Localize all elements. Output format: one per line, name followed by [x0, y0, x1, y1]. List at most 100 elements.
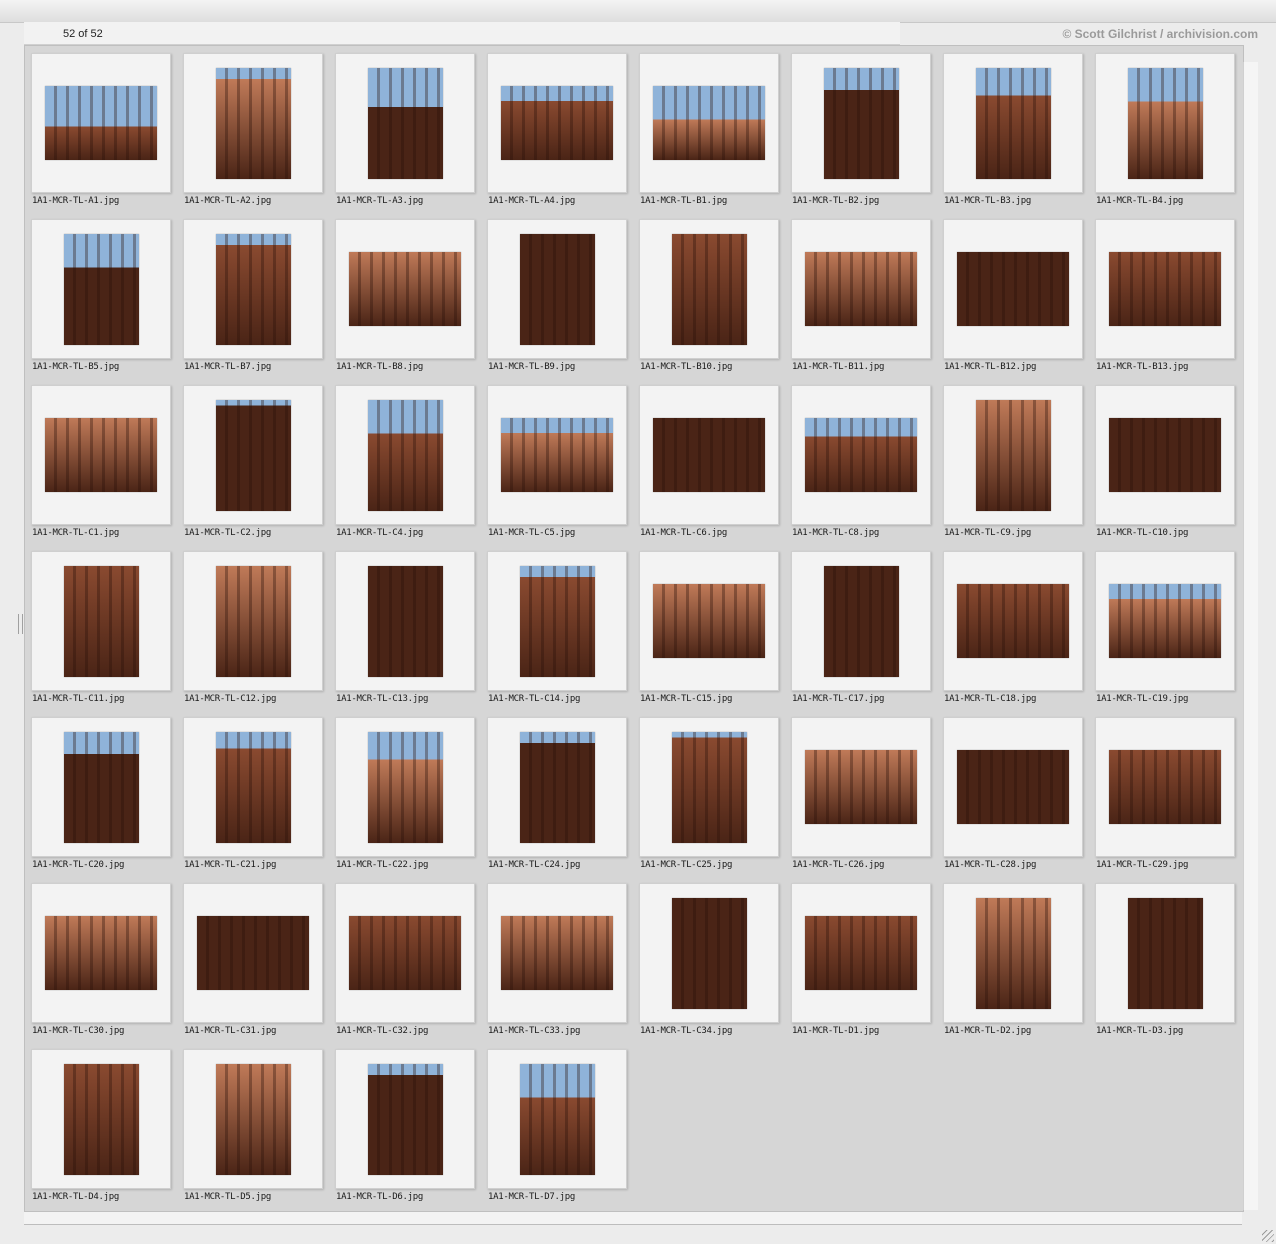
thumbnail-item[interactable]: 1A1-MCR-TL-C17.jpg: [791, 551, 943, 717]
thumbnail-frame[interactable]: [639, 717, 779, 857]
thumbnail-image[interactable]: [367, 399, 443, 511]
thumbnail-image[interactable]: [519, 233, 595, 345]
thumbnail-image[interactable]: [671, 233, 747, 345]
thumbnail-frame[interactable]: [791, 385, 931, 525]
thumbnail-image[interactable]: [45, 916, 157, 990]
thumbnail-image[interactable]: [349, 916, 461, 990]
splitter-handle[interactable]: [18, 614, 23, 634]
thumbnail-image[interactable]: [215, 731, 291, 843]
thumbnail-image[interactable]: [519, 1063, 595, 1175]
thumbnail-frame[interactable]: [335, 717, 475, 857]
thumbnail-item[interactable]: 1A1-MCR-TL-A3.jpg: [335, 53, 487, 219]
thumbnail-item[interactable]: 1A1-MCR-TL-C14.jpg: [487, 551, 639, 717]
thumbnail-image[interactable]: [501, 418, 613, 492]
thumbnail-image[interactable]: [975, 399, 1051, 511]
thumbnail-item[interactable]: 1A1-MCR-TL-B5.jpg: [31, 219, 183, 385]
thumbnail-item[interactable]: 1A1-MCR-TL-C4.jpg: [335, 385, 487, 551]
thumbnail-frame[interactable]: [639, 385, 779, 525]
thumbnail-item[interactable]: 1A1-MCR-TL-C24.jpg: [487, 717, 639, 883]
thumbnail-frame[interactable]: [487, 219, 627, 359]
thumbnail-item[interactable]: 1A1-MCR-TL-A2.jpg: [183, 53, 335, 219]
thumbnail-frame[interactable]: [639, 53, 779, 193]
thumbnail-item[interactable]: 1A1-MCR-TL-B12.jpg: [943, 219, 1095, 385]
thumbnail-image[interactable]: [957, 584, 1069, 658]
thumbnail-image[interactable]: [215, 565, 291, 677]
thumbnail-frame[interactable]: [335, 53, 475, 193]
thumbnail-frame[interactable]: [943, 219, 1083, 359]
thumbnail-item[interactable]: 1A1-MCR-TL-B11.jpg: [791, 219, 943, 385]
thumbnail-item[interactable]: 1A1-MCR-TL-D2.jpg: [943, 883, 1095, 1049]
thumbnail-image[interactable]: [367, 731, 443, 843]
thumbnail-frame[interactable]: [335, 219, 475, 359]
thumbnail-item[interactable]: 1A1-MCR-TL-C28.jpg: [943, 717, 1095, 883]
thumbnail-frame[interactable]: [31, 385, 171, 525]
thumbnail-item[interactable]: 1A1-MCR-TL-C12.jpg: [183, 551, 335, 717]
thumbnail-item[interactable]: 1A1-MCR-TL-D6.jpg: [335, 1049, 487, 1215]
thumbnail-image[interactable]: [63, 233, 139, 345]
thumbnail-frame[interactable]: [1095, 883, 1235, 1023]
thumbnail-frame[interactable]: [31, 551, 171, 691]
thumbnail-frame[interactable]: [791, 717, 931, 857]
thumbnail-frame[interactable]: [1095, 385, 1235, 525]
thumbnail-item[interactable]: 1A1-MCR-TL-C18.jpg: [943, 551, 1095, 717]
thumbnail-image[interactable]: [975, 897, 1051, 1009]
thumbnail-frame[interactable]: [487, 385, 627, 525]
thumbnail-item[interactable]: 1A1-MCR-TL-B7.jpg: [183, 219, 335, 385]
thumbnail-frame[interactable]: [1095, 219, 1235, 359]
thumbnail-frame[interactable]: [487, 53, 627, 193]
thumbnail-frame[interactable]: [335, 883, 475, 1023]
thumbnail-image[interactable]: [367, 1063, 443, 1175]
thumbnail-frame[interactable]: [943, 717, 1083, 857]
thumbnail-frame[interactable]: [1095, 53, 1235, 193]
thumbnail-image[interactable]: [671, 897, 747, 1009]
thumbnail-frame[interactable]: [639, 551, 779, 691]
thumbnail-item[interactable]: 1A1-MCR-TL-C30.jpg: [31, 883, 183, 1049]
thumbnail-image[interactable]: [653, 584, 765, 658]
thumbnail-frame[interactable]: [487, 717, 627, 857]
thumbnail-image[interactable]: [63, 565, 139, 677]
thumbnail-item[interactable]: 1A1-MCR-TL-C8.jpg: [791, 385, 943, 551]
thumbnail-item[interactable]: 1A1-MCR-TL-C11.jpg: [31, 551, 183, 717]
thumbnail-frame[interactable]: [943, 551, 1083, 691]
thumbnail-frame[interactable]: [791, 219, 931, 359]
thumbnail-frame[interactable]: [791, 53, 931, 193]
thumbnail-item[interactable]: 1A1-MCR-TL-D3.jpg: [1095, 883, 1247, 1049]
thumbnail-item[interactable]: 1A1-MCR-TL-C6.jpg: [639, 385, 791, 551]
thumbnail-item[interactable]: 1A1-MCR-TL-B13.jpg: [1095, 219, 1247, 385]
thumbnail-image[interactable]: [823, 565, 899, 677]
thumbnail-frame[interactable]: [31, 219, 171, 359]
thumbnail-frame[interactable]: [487, 883, 627, 1023]
thumbnail-frame[interactable]: [335, 385, 475, 525]
thumbnail-image[interactable]: [501, 916, 613, 990]
thumbnail-image[interactable]: [215, 399, 291, 511]
thumbnail-frame[interactable]: [335, 1049, 475, 1189]
thumbnail-frame[interactable]: [943, 385, 1083, 525]
thumbnail-item[interactable]: 1A1-MCR-TL-C5.jpg: [487, 385, 639, 551]
thumbnail-frame[interactable]: [31, 1049, 171, 1189]
thumbnail-item[interactable]: 1A1-MCR-TL-D4.jpg: [31, 1049, 183, 1215]
thumbnail-image[interactable]: [805, 418, 917, 492]
thumbnail-item[interactable]: 1A1-MCR-TL-B8.jpg: [335, 219, 487, 385]
thumbnail-image[interactable]: [805, 916, 917, 990]
thumbnail-item[interactable]: 1A1-MCR-TL-C29.jpg: [1095, 717, 1247, 883]
thumbnail-image[interactable]: [63, 1063, 139, 1175]
thumbnail-image[interactable]: [653, 418, 765, 492]
thumbnail-frame[interactable]: [1095, 717, 1235, 857]
thumbnail-image[interactable]: [197, 916, 309, 990]
thumbnail-image[interactable]: [501, 86, 613, 160]
thumbnail-image[interactable]: [349, 252, 461, 326]
thumbnail-frame[interactable]: [487, 551, 627, 691]
thumbnail-image[interactable]: [1127, 897, 1203, 1009]
thumbnail-frame[interactable]: [487, 1049, 627, 1189]
thumbnail-image[interactable]: [45, 86, 157, 160]
thumbnail-item[interactable]: 1A1-MCR-TL-C20.jpg: [31, 717, 183, 883]
thumbnail-frame[interactable]: [183, 551, 323, 691]
thumbnail-image[interactable]: [805, 750, 917, 824]
thumbnail-image[interactable]: [215, 1063, 291, 1175]
thumbnail-frame[interactable]: [183, 219, 323, 359]
thumbnail-image[interactable]: [823, 67, 899, 179]
thumbnail-image[interactable]: [1109, 584, 1221, 658]
thumbnail-item[interactable]: 1A1-MCR-TL-C1.jpg: [31, 385, 183, 551]
thumbnail-frame[interactable]: [639, 219, 779, 359]
thumbnail-item[interactable]: 1A1-MCR-TL-B3.jpg: [943, 53, 1095, 219]
